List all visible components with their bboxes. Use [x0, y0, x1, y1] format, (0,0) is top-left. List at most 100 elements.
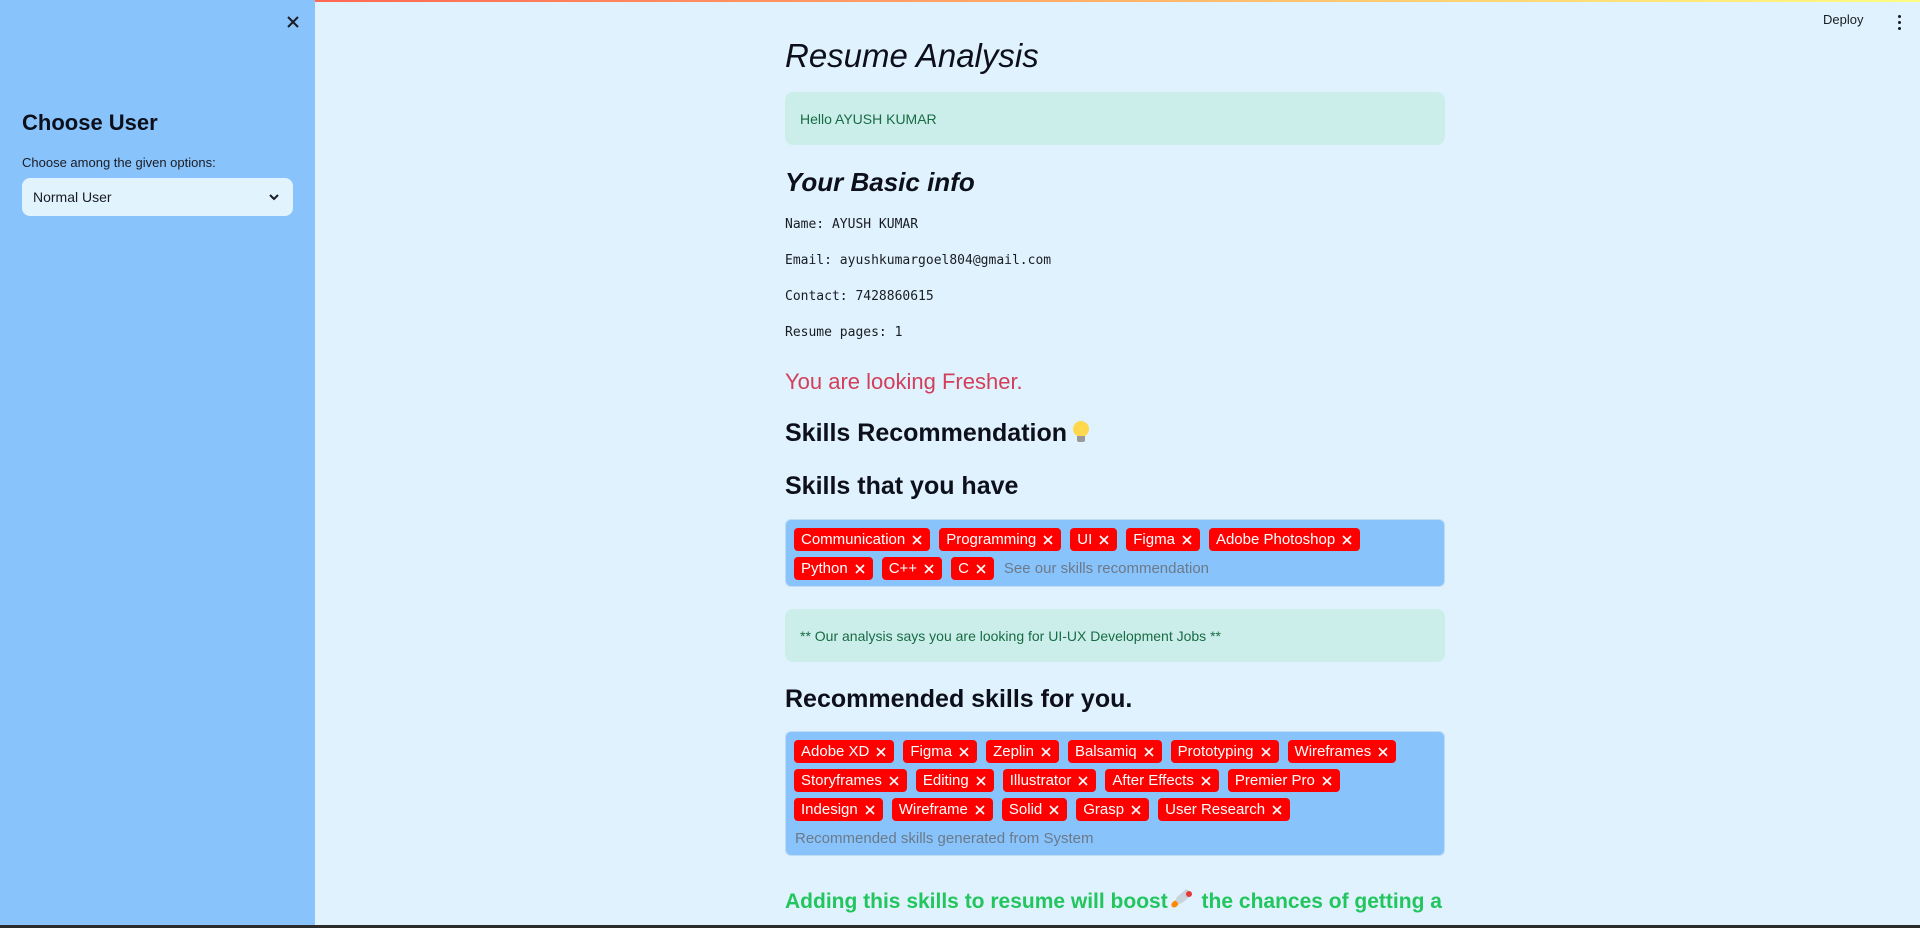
skill-tag: Adobe XD: [794, 740, 895, 763]
experience-level: You are looking Fresher.: [785, 369, 1023, 394]
close-icon: [876, 746, 886, 757]
remove-tag-button[interactable]: [864, 804, 876, 816]
skill-tag-label: Premier Pro: [1234, 772, 1315, 789]
remove-tag-button[interactable]: [1042, 534, 1054, 546]
skill-tag-label: Indesign: [801, 801, 858, 818]
skill-tag-label: UI: [1077, 531, 1093, 548]
info-email: Email: ayushkumargoel804@gmail.com: [785, 253, 1052, 268]
remove-tag-button[interactable]: [1321, 775, 1333, 787]
skill-tag: Premier Pro: [1227, 769, 1340, 792]
boost-text: Adding this skills to resume will boost: [785, 890, 1168, 913]
close-icon: [1131, 804, 1141, 815]
skills-have-multiselect[interactable]: Communication Programming UI Figma Adobe Pho…: [785, 519, 1445, 587]
remove-tag-button[interactable]: [854, 563, 866, 575]
close-icon: [959, 746, 969, 757]
recommended-heading: Recommended skills for you.: [785, 685, 1133, 713]
skill-tag: Python: [794, 557, 873, 580]
remove-tag-button[interactable]: [1200, 775, 1212, 787]
remove-tag-button[interactable]: [1048, 804, 1060, 816]
hello-alert: Hello AYUSH KUMAR: [785, 92, 1445, 145]
skill-tag: Wireframe: [891, 798, 993, 821]
skill-tag-label: Storyframes: [801, 772, 882, 789]
close-icon: [1378, 746, 1388, 757]
remove-tag-button[interactable]: [1377, 746, 1389, 758]
remove-tag-button[interactable]: [1341, 534, 1353, 546]
skill-tag-label: Grasp: [1083, 801, 1125, 818]
close-icon: [976, 563, 986, 574]
skill-tag: Adobe Photoshop: [1208, 528, 1361, 551]
skill-tag: UI: [1070, 528, 1118, 551]
skill-tag: Illustrator: [1002, 769, 1097, 792]
remove-tag-button[interactable]: [1143, 746, 1155, 758]
close-icon: [1201, 775, 1211, 786]
skill-tag-label: Zeplin: [993, 743, 1034, 760]
multiselect-placeholder[interactable]: Recommended skills generated from System: [794, 827, 1093, 850]
close-icon: [976, 775, 986, 786]
skill-tag: Editing: [915, 769, 994, 792]
remove-tag-button[interactable]: [1181, 534, 1193, 546]
recommended-skills-multiselect[interactable]: Adobe XD Figma Zeplin Balsamiq Prototyping Wi…: [785, 731, 1445, 856]
multiselect-placeholder[interactable]: See our skills recommendation: [1003, 557, 1209, 580]
close-icon: [855, 563, 865, 574]
main-menu-button[interactable]: [1893, 12, 1905, 32]
remove-tag-button[interactable]: [1098, 534, 1110, 546]
close-icon: [1041, 746, 1051, 757]
skill-tag-label: Prototyping: [1177, 743, 1254, 760]
close-icon: [912, 534, 922, 545]
skill-tag: Balsamiq: [1067, 740, 1162, 763]
skill-tag: Figma: [1126, 528, 1200, 551]
skill-tag-label: Editing: [922, 772, 969, 789]
skill-tag-label: Programming: [946, 531, 1037, 548]
remove-tag-button[interactable]: [888, 775, 900, 787]
chevron-down-icon: [269, 194, 279, 201]
skill-tag-label: Solid: [1008, 801, 1043, 818]
sidebar: Choose User Choose among the given optio…: [0, 0, 315, 928]
info-contact: Contact: 7428860615: [785, 289, 934, 304]
remove-tag-button[interactable]: [1077, 775, 1089, 787]
skill-tag: Storyframes: [794, 769, 907, 792]
info-name: Name: AYUSH KUMAR: [785, 217, 919, 232]
remove-tag-button[interactable]: [1040, 746, 1052, 758]
info-pages: Resume pages: 1: [785, 325, 903, 340]
remove-tag-button[interactable]: [875, 746, 887, 758]
boost-text-end: the chances of getting a: [1195, 890, 1442, 913]
skill-tag-label: Illustrator: [1009, 772, 1072, 789]
skill-tag-label: Balsamiq: [1074, 743, 1137, 760]
skill-tag: Grasp: [1076, 798, 1150, 821]
user-type-select[interactable]: Normal User: [22, 178, 293, 216]
remove-tag-button[interactable]: [974, 804, 986, 816]
close-icon: [1043, 534, 1053, 545]
basic-info-heading: Your Basic info: [785, 167, 975, 197]
remove-tag-button[interactable]: [1271, 804, 1283, 816]
close-icon: [1099, 534, 1109, 545]
skill-tag-label: Wireframe: [898, 801, 968, 818]
analysis-alert: ** Our analysis says you are looking for…: [785, 609, 1445, 662]
close-icon: [1144, 746, 1154, 757]
remove-tag-button[interactable]: [975, 563, 987, 575]
rocket-icon: [1169, 888, 1194, 910]
skill-tag-label: C: [958, 560, 969, 577]
skill-tag-label: Python: [801, 560, 848, 577]
close-sidebar-button[interactable]: [283, 12, 303, 32]
skill-tag: Communication: [794, 528, 931, 551]
close-icon: [1078, 775, 1088, 786]
deploy-button[interactable]: Deploy: [1823, 12, 1863, 27]
skill-tag-label: Figma: [1133, 531, 1175, 548]
skills-have-heading: Skills that you have: [785, 472, 1019, 500]
close-icon: [975, 804, 985, 815]
skill-tag: Prototyping: [1170, 740, 1279, 763]
remove-tag-button[interactable]: [923, 563, 935, 575]
remove-tag-button[interactable]: [975, 775, 987, 787]
close-icon: [865, 804, 875, 815]
remove-tag-button[interactable]: [1260, 746, 1272, 758]
skill-tag-label: Wireframes: [1294, 743, 1372, 760]
close-icon: [1342, 534, 1352, 545]
remove-tag-button[interactable]: [911, 534, 923, 546]
select-value: Normal User: [33, 189, 112, 205]
skill-tag-label: After Effects: [1112, 772, 1194, 789]
close-icon: [1322, 775, 1332, 786]
menu-dot: [1897, 26, 1901, 30]
skills-recommendation-heading: Skills Recommendation: [785, 419, 1090, 448]
remove-tag-button[interactable]: [958, 746, 970, 758]
remove-tag-button[interactable]: [1130, 804, 1142, 816]
